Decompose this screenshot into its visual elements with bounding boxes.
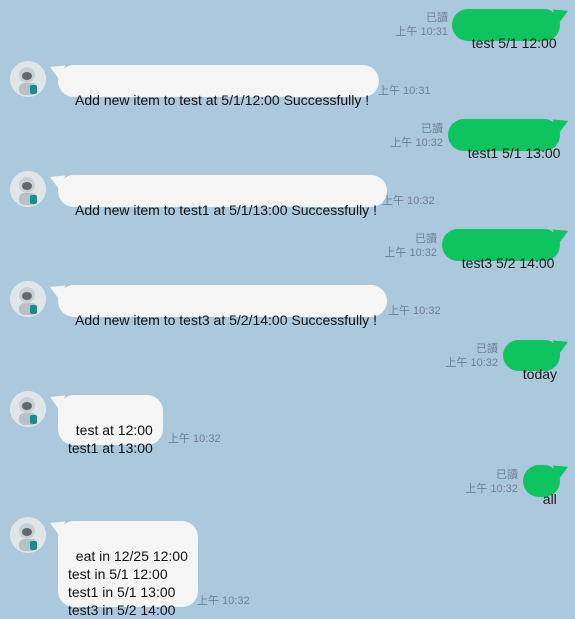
message-meta: 已讀 上午 10:32: [384, 232, 437, 260]
message-text: Add new item to test1 at 5/1/13:00 Succe…: [75, 202, 377, 218]
message-meta: 已讀 上午 10:31: [395, 11, 448, 39]
timestamp: 上午 10:32: [168, 433, 221, 445]
message-text: test at 12:00 test1 at 13:00: [68, 422, 153, 456]
timestamp: 上午 10:32: [390, 137, 443, 149]
bot-avatar[interactable]: [10, 281, 46, 317]
incoming-message[interactable]: Add new item to test at 5/1/12:00 Succes…: [58, 65, 380, 108]
outgoing-message[interactable]: test 5/1 12:00: [452, 9, 560, 51]
read-receipt: 已讀: [476, 343, 498, 355]
bot-avatar[interactable]: [10, 391, 46, 427]
bot-avatar[interactable]: [10, 61, 46, 97]
timestamp: 上午 10:31: [395, 26, 448, 38]
timestamp: 上午 10:32: [197, 595, 250, 607]
robot-avatar-icon: [10, 281, 46, 317]
timestamp: 上午 10:32: [465, 483, 518, 495]
bot-avatar[interactable]: [10, 171, 46, 207]
read-receipt: 已讀: [421, 123, 443, 135]
message-text: test1 5/1 13:00: [467, 145, 561, 161]
timestamp: 上午 10:32: [382, 195, 435, 207]
read-receipt: 已讀: [415, 233, 437, 245]
message-text: test3 5/2 14:00: [461, 255, 555, 271]
message-meta: 已讀 上午 10:32: [445, 342, 498, 370]
timestamp: 上午 10:32: [388, 305, 441, 317]
message-meta: 已讀 上午 10:32: [390, 122, 443, 150]
timestamp: 上午 10:32: [445, 357, 498, 369]
outgoing-message[interactable]: test1 5/1 13:00: [448, 119, 560, 161]
bot-avatar[interactable]: [10, 517, 46, 553]
message-text: all: [542, 491, 557, 507]
robot-avatar-icon: [10, 517, 46, 553]
robot-avatar-icon: [10, 391, 46, 427]
message-text: eat in 12/25 12:00 test in 5/1 12:00 tes…: [68, 548, 188, 618]
outgoing-message[interactable]: all: [523, 465, 560, 507]
robot-avatar-icon: [10, 61, 46, 97]
outgoing-message[interactable]: test3 5/2 14:00: [442, 229, 560, 271]
message-text: today: [522, 366, 558, 382]
message-text: Add new item to test3 at 5/2/14:00 Succe…: [75, 312, 377, 328]
timestamp: 上午 10:32: [384, 247, 437, 259]
timestamp: 上午 10:31: [378, 85, 431, 97]
robot-avatar-icon: [10, 171, 46, 207]
read-receipt: 已讀: [426, 12, 448, 24]
message-meta: 已讀 上午 10:32: [465, 468, 518, 496]
incoming-message[interactable]: test at 12:00 test1 at 13:00: [58, 395, 163, 456]
read-receipt: 已讀: [496, 469, 518, 481]
message-text: Add new item to test at 5/1/12:00 Succes…: [75, 92, 370, 108]
message-text: test 5/1 12:00: [471, 35, 557, 51]
incoming-message[interactable]: Add new item to test1 at 5/1/13:00 Succe…: [58, 175, 387, 218]
incoming-message[interactable]: Add new item to test3 at 5/2/14:00 Succe…: [58, 285, 387, 328]
outgoing-message[interactable]: today: [503, 340, 560, 382]
incoming-message[interactable]: eat in 12/25 12:00 test in 5/1 12:00 tes…: [58, 521, 198, 618]
